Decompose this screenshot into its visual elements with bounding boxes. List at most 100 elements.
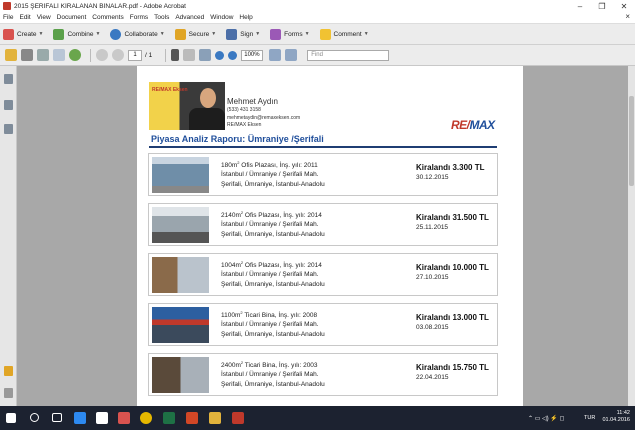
listing-rent: Kiralandı 13.000 TL	[416, 313, 489, 322]
mail-icon[interactable]	[118, 412, 130, 424]
chevron-down-icon: ▼	[211, 31, 217, 37]
menu-view[interactable]: View	[37, 14, 51, 21]
listing-rent: Kiralandı 3.300 TL	[416, 163, 485, 172]
separator	[165, 48, 167, 62]
pen-icon	[226, 28, 238, 40]
listing-address-2: Şerifali, Ümraniye, İstanbul-Anadolu	[221, 331, 325, 338]
previous-page-icon[interactable]	[96, 49, 108, 61]
listing-headline: 2140m2 Ofis Plazası, İnş. yılı: 2014	[221, 210, 322, 219]
clock-time: 11:42	[616, 410, 630, 416]
signatures-panel-icon[interactable]	[4, 124, 13, 134]
hand-tool-icon[interactable]	[183, 49, 196, 61]
maximize-button[interactable]: ❐	[591, 2, 613, 11]
attachments-panel-icon[interactable]	[4, 100, 13, 110]
menu-document[interactable]: Document	[57, 14, 87, 21]
listing-area: 2140m	[221, 212, 241, 220]
menu-forms[interactable]: Forms	[130, 14, 148, 21]
menu-window[interactable]: Window	[210, 14, 233, 21]
listing-card: 1100m2 Ticari Bina, İnş. yılı: 2008 İsta…	[148, 303, 498, 346]
powerpoint-icon[interactable]	[186, 412, 198, 424]
listing-address-2: Şerifali, Ümraniye, İstanbul-Anadolu	[221, 281, 325, 288]
comment-icon	[319, 28, 331, 40]
next-page-icon[interactable]	[112, 49, 124, 61]
listing-address-2: Şerifali, Ümraniye, İstanbul-Anadolu	[221, 181, 325, 188]
listing-area: 1100m	[221, 312, 241, 320]
clock-date: 01.04.2016	[602, 417, 630, 423]
agent-name: Mehmet Aydın	[227, 97, 278, 106]
menu-help[interactable]: Help	[239, 14, 252, 21]
chevron-down-icon: ▼	[159, 31, 165, 37]
listing-date: 03.08.2015	[416, 324, 449, 331]
vertical-scrollbar[interactable]	[628, 66, 635, 406]
listing-rent: Kiralandı 10.000 TL	[416, 263, 489, 272]
email-icon[interactable]	[53, 49, 65, 61]
marquee-zoom-icon[interactable]	[199, 49, 212, 61]
listing-address-1: İstanbul / Ümraniye / Şerifali Mah.	[221, 171, 319, 178]
folder-icon[interactable]	[209, 412, 221, 424]
upload-icon[interactable]	[69, 49, 81, 61]
chrome-icon[interactable]	[140, 412, 152, 424]
secure-label: Secure	[188, 30, 210, 38]
close-document-button[interactable]: ×	[625, 12, 630, 21]
agent-badge: RE/MAX Eksen	[152, 87, 188, 93]
search-icon[interactable]	[30, 413, 39, 422]
paperclip-icon[interactable]	[4, 388, 13, 398]
sign-button[interactable]: Sign ▼	[226, 28, 260, 40]
chevron-down-icon: ▼	[363, 31, 369, 37]
minimize-button[interactable]: –	[569, 2, 591, 11]
forms-button[interactable]: Forms ▼	[270, 28, 310, 40]
building-photo	[152, 357, 209, 393]
menu-bar: File Edit View Document Comments Forms T…	[0, 12, 635, 23]
navigation-toolbar: 1 / 1 100% Find	[0, 45, 635, 66]
listing-address-1: İstanbul / Ümraniye / Şerifali Mah.	[221, 321, 319, 328]
listing-card: 180m2 Ofis Plazası, İnş. yılı: 2011 İsta…	[148, 153, 498, 196]
logo-left: RE/	[451, 118, 470, 132]
create-button[interactable]: Create ▼	[3, 28, 43, 40]
page-number-input[interactable]: 1	[128, 49, 142, 61]
find-input[interactable]: Find	[307, 49, 390, 61]
fit-page-icon[interactable]	[269, 49, 282, 61]
windows-start-icon[interactable]	[6, 413, 16, 423]
system-tray-icons[interactable]: ⌃ ▭ ◁) ⚡ ◻	[528, 415, 564, 422]
acrobat-taskbar-icon[interactable]	[232, 412, 244, 424]
comments-panel-icon[interactable]	[4, 366, 13, 376]
combine-icon	[53, 28, 65, 40]
building-photo	[152, 257, 209, 293]
combine-label: Combine	[67, 30, 94, 38]
excel-icon[interactable]	[163, 412, 175, 424]
menu-comments[interactable]: Comments	[92, 14, 123, 21]
input-language[interactable]: TUR	[584, 415, 595, 421]
select-cursor-icon[interactable]	[171, 49, 180, 61]
comment-button[interactable]: Comment ▼	[319, 28, 369, 40]
zoom-out-icon[interactable]	[215, 50, 225, 60]
menu-file[interactable]: File	[3, 14, 13, 21]
listing-desc: Ticari Bina, İnş. yılı: 2003	[243, 362, 318, 370]
agent-office: RE/MAX Eksen	[227, 122, 262, 128]
collaborate-button[interactable]: Collaborate ▼	[110, 28, 165, 40]
create-icon	[3, 28, 14, 40]
fit-width-icon[interactable]	[285, 49, 298, 61]
comment-label: Comment	[333, 30, 362, 38]
collaborate-label: Collaborate	[124, 30, 158, 38]
store-icon[interactable]	[96, 412, 108, 424]
edge-icon[interactable]	[74, 412, 86, 424]
secure-button[interactable]: Secure ▼	[174, 28, 217, 40]
menu-tools[interactable]: Tools	[154, 14, 169, 21]
menu-edit[interactable]: Edit	[19, 14, 30, 21]
create-label: Create	[17, 30, 37, 38]
save-icon[interactable]	[37, 49, 49, 61]
combine-button[interactable]: Combine ▼	[53, 28, 100, 40]
close-button[interactable]: ✕	[613, 2, 635, 11]
zoom-level-select[interactable]: 100%	[241, 49, 264, 61]
print-icon[interactable]	[21, 49, 33, 61]
clock[interactable]: 11:42 01.04.2016	[602, 410, 630, 424]
menu-advanced[interactable]: Advanced	[175, 14, 204, 21]
zoom-in-icon[interactable]	[228, 50, 238, 60]
pages-panel-icon[interactable]	[4, 74, 13, 84]
listing-card: 2140m2 Ofis Plazası, İnş. yılı: 2014 İst…	[148, 203, 498, 246]
open-folder-icon[interactable]	[5, 49, 17, 61]
building-photo	[152, 207, 209, 243]
pdf-page: RE/MAX Eksen Mehmet Aydın (533) 431 3158…	[137, 66, 523, 406]
task-view-icon[interactable]	[52, 413, 62, 422]
scrollbar-thumb[interactable]	[629, 96, 634, 186]
